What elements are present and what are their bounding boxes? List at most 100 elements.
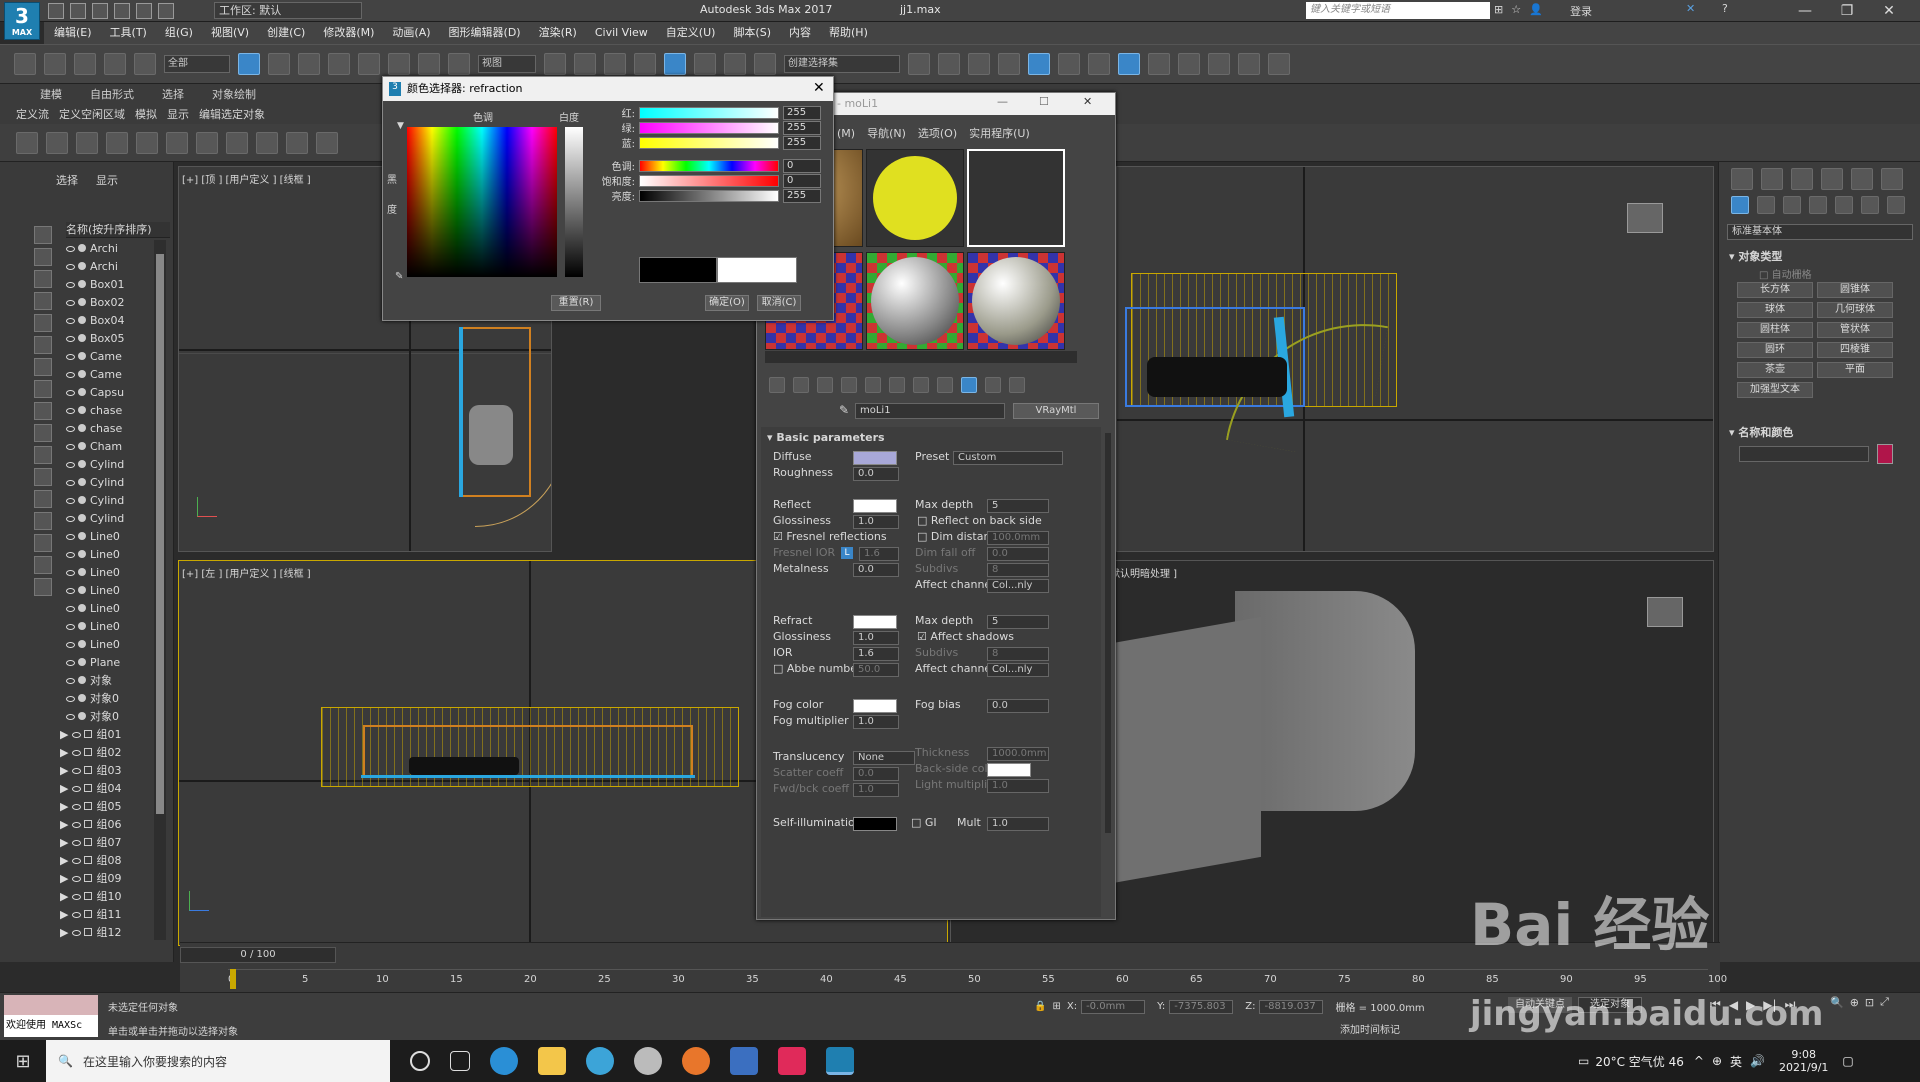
object-name-input[interactable] — [1739, 446, 1869, 462]
get-material-icon[interactable] — [769, 377, 785, 393]
menu-civil-view[interactable]: Civil View — [595, 22, 648, 44]
autodesk-x-icon[interactable]: ✕ — [1686, 2, 1695, 15]
mirror-icon[interactable] — [908, 53, 930, 75]
notification-icon[interactable]: ▢ — [1842, 1054, 1853, 1068]
freeze-icon[interactable] — [78, 424, 86, 432]
scene-item[interactable]: Archi — [66, 240, 168, 258]
visibility-eye-icon[interactable] — [66, 570, 75, 576]
visibility-eye-icon[interactable] — [72, 858, 82, 864]
fog-bias-input[interactable]: 0.0 — [987, 699, 1049, 713]
geometry-icon[interactable] — [1731, 196, 1749, 214]
edge-icon[interactable] — [490, 1047, 518, 1075]
reset-button[interactable]: 重置(R) — [551, 295, 601, 311]
mated-close[interactable]: ✕ — [1083, 95, 1092, 108]
channel-slider[interactable] — [639, 121, 779, 134]
user-icon[interactable]: 👤 — [1529, 3, 1543, 16]
mated-minimize[interactable]: — — [997, 95, 1008, 108]
sun-icon[interactable] — [316, 131, 338, 154]
help-icon[interactable]: ? — [1722, 2, 1728, 15]
3dsmax-taskbar-icon[interactable] — [826, 1047, 854, 1075]
expand-arrow-icon[interactable]: ▶ — [60, 890, 68, 903]
freeze-icon[interactable] — [78, 496, 86, 504]
minimize-button[interactable]: — — [1784, 0, 1826, 22]
visibility-eye-icon[interactable] — [66, 408, 75, 414]
chat-icon[interactable] — [634, 1047, 662, 1075]
display-containers-icon[interactable] — [34, 424, 52, 442]
freeze-icon[interactable] — [78, 514, 86, 522]
menu-view[interactable]: 视图(V) — [211, 22, 249, 44]
display-shapes-icon[interactable] — [34, 248, 52, 266]
expand-arrow-icon[interactable]: ▶ — [60, 746, 68, 759]
channel-value-input[interactable]: 255 — [783, 135, 821, 150]
visibility-eye-icon[interactable] — [72, 840, 82, 846]
keyboard-shortcut-icon[interactable] — [604, 53, 626, 75]
textplus-button[interactable]: 加强型文本 — [1737, 382, 1813, 398]
expand-arrow-icon[interactable]: ▶ — [60, 818, 68, 831]
undo-icon[interactable] — [14, 53, 36, 75]
color-picker-close[interactable]: ✕ — [813, 80, 825, 96]
scene-item[interactable]: Archi — [66, 258, 168, 276]
sample-slots-scrollbar[interactable] — [765, 351, 1077, 363]
scene-item[interactable]: Plane — [66, 654, 168, 672]
tab-object-paint[interactable]: 对象绘制 — [212, 86, 256, 104]
app-logo[interactable]: 3 MAX — [4, 2, 40, 40]
tray-overflow-icon[interactable]: ^ — [1694, 1054, 1704, 1068]
weather-icon[interactable]: ▭ — [1578, 1054, 1589, 1068]
file-explorer-icon[interactable] — [538, 1047, 566, 1075]
pivot-center-icon[interactable] — [544, 53, 566, 75]
visibility-eye-icon[interactable] — [66, 552, 75, 558]
teapot-render-icon[interactable] — [256, 131, 278, 154]
refract-color[interactable] — [853, 615, 897, 629]
expand-arrow-icon[interactable]: ▶ — [60, 854, 68, 867]
maxscript-mini-listener[interactable]: 欢迎使用 MAXSc — [4, 1015, 98, 1037]
ribbon-define-idle-area[interactable]: 定义空闲区域 — [59, 106, 125, 122]
mated-menu-utilities[interactable]: 实用程序(U) — [969, 125, 1030, 141]
helpers-icon[interactable] — [1835, 196, 1853, 214]
freeze-icon[interactable] — [78, 694, 86, 702]
assign-material-icon[interactable] — [817, 377, 833, 393]
zoom-all-icon[interactable]: ⊕ — [1850, 996, 1859, 1009]
freeze-icon[interactable] — [78, 604, 86, 612]
self-illumination-color[interactable] — [853, 817, 897, 831]
reference-coord-dropdown[interactable]: 视图 — [478, 55, 536, 73]
display-cameras-icon[interactable] — [34, 292, 52, 310]
abbe-checkbox[interactable]: □ Abbe number — [773, 659, 862, 679]
visibility-eye-icon[interactable] — [72, 930, 82, 936]
light-multiplier-input[interactable]: 1.0 — [987, 779, 1049, 793]
cancel-button[interactable]: 取消(C) — [757, 295, 801, 311]
sample-slot-2[interactable] — [866, 149, 964, 247]
visibility-eye-icon[interactable] — [66, 462, 75, 468]
freeze-icon[interactable] — [78, 640, 86, 648]
cone-icon[interactable] — [286, 131, 308, 154]
freeze-icon[interactable] — [78, 298, 86, 306]
visibility-eye-icon[interactable] — [66, 390, 75, 396]
material-id-icon[interactable] — [913, 377, 929, 393]
scene-item[interactable]: Cylind — [66, 474, 168, 492]
visibility-eye-icon[interactable] — [66, 642, 75, 648]
freeze-icon[interactable] — [78, 532, 86, 540]
dim-distance-input[interactable]: 100.0mm — [987, 531, 1049, 545]
visibility-eye-icon[interactable] — [72, 894, 82, 900]
freeze-icon[interactable] — [78, 622, 86, 630]
display-bones-icon[interactable] — [34, 402, 52, 420]
scene-item[interactable]: 对象0 — [66, 708, 168, 726]
taskbar-search-box[interactable]: 🔍 在这里输入你要搜索的内容 — [46, 1040, 390, 1082]
autogrid-checkbox[interactable]: □ 自动栅格 — [1759, 266, 1812, 281]
menu-modifiers[interactable]: 修改器(M) — [323, 22, 374, 44]
scene-item[interactable]: Cham — [66, 438, 168, 456]
maximize-button[interactable]: ❐ — [1826, 0, 1868, 22]
viewport-top-label[interactable]: [+] [顶 ] [用户定义 ] [线框 ] — [182, 171, 311, 186]
tab-freeform[interactable]: 自由形式 — [90, 86, 134, 104]
visibility-eye-icon[interactable] — [66, 624, 75, 630]
freeze-icon[interactable] — [78, 442, 86, 450]
display-none-icon[interactable] — [34, 512, 52, 530]
affect-channels-refract-dropdown[interactable]: Col...nly — [987, 663, 1049, 677]
viewcube-persp[interactable] — [1647, 597, 1683, 627]
menu-create[interactable]: 创建(C) — [267, 22, 305, 44]
expand-arrow-icon[interactable]: ▶ — [60, 872, 68, 885]
scene-item[interactable]: chase — [66, 420, 168, 438]
search-input[interactable]: 键入关键字或短语 — [1306, 2, 1490, 19]
viewport-front[interactable] — [1116, 166, 1714, 552]
scene-item[interactable]: Cylind — [66, 510, 168, 528]
scene-item[interactable]: Line0 — [66, 528, 168, 546]
